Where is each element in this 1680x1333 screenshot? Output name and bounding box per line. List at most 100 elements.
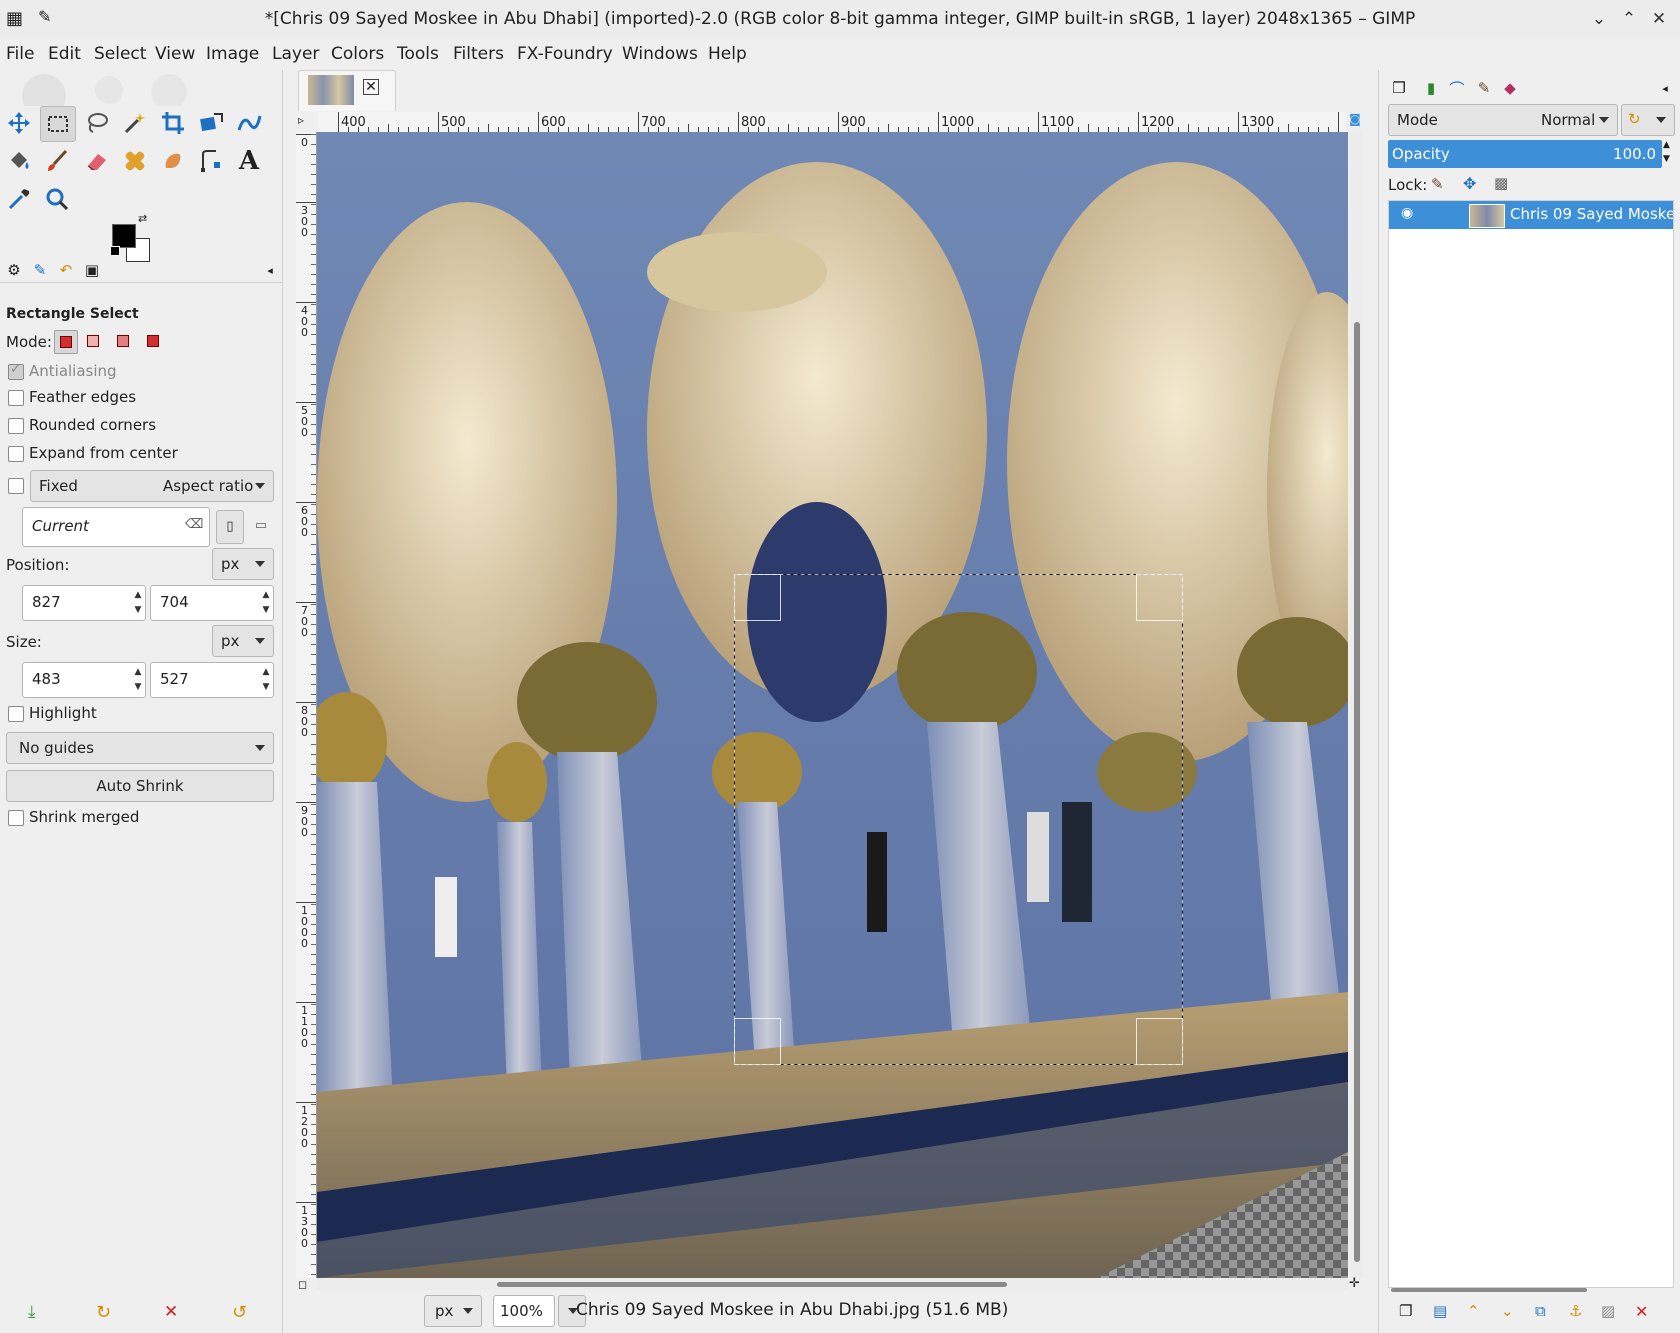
quick-mask-icon[interactable]: ◻ <box>298 1278 307 1291</box>
brushes-tab-icon[interactable]: ✎ <box>1472 76 1496 100</box>
menu-image[interactable]: Image <box>206 44 259 64</box>
spin-down-icon[interactable]: ▼ <box>133 681 143 693</box>
spin-down-icon[interactable]: ▼ <box>261 681 271 693</box>
highlight-checkbox[interactable] <box>8 706 24 722</box>
clear-icon[interactable]: ⌫ <box>185 517 203 532</box>
horizontal-scrollbar[interactable] <box>317 1278 1348 1290</box>
move-tool-icon[interactable] <box>2 106 36 140</box>
image-canvas[interactable] <box>317 132 1348 1278</box>
spin-up-icon[interactable]: ▲ <box>133 589 143 601</box>
guides-combo[interactable]: No guides <box>6 732 274 764</box>
paths-tool-icon[interactable] <box>194 144 228 178</box>
portrait-button[interactable]: ▯ <box>216 510 244 544</box>
menu-arrow-icon[interactable]: ▹ <box>298 113 304 127</box>
undo-history-tab-icon[interactable]: ↶ <box>54 258 78 282</box>
fixed-checkbox[interactable] <box>8 478 24 494</box>
lock-alpha-icon[interactable]: ▩ <box>1494 174 1508 192</box>
eraser-tool-icon[interactable] <box>80 144 114 178</box>
mode-replace-button[interactable] <box>54 330 78 354</box>
raise-layer-icon[interactable]: ⌃ <box>1467 1302 1480 1320</box>
rounded-corners-checkbox[interactable] <box>8 418 24 434</box>
configure-tab-icon[interactable]: ◂ <box>1653 76 1677 100</box>
image-tab[interactable]: ✕ <box>298 70 396 111</box>
text-tool-icon[interactable]: A <box>232 144 266 178</box>
spin-up-icon[interactable]: ▲ <box>133 666 143 678</box>
new-layer-group-icon[interactable]: ▤ <box>1433 1302 1447 1320</box>
maximize-button[interactable]: ⌃ <box>1616 6 1642 32</box>
menu-colors[interactable]: Colors <box>331 44 384 64</box>
channels-tab-icon[interactable]: ▮ <box>1419 76 1443 100</box>
layers-tab-icon[interactable]: ❐ <box>1387 76 1411 100</box>
paths-tab-icon[interactable]: ⌒ <box>1445 76 1469 100</box>
menu-tools[interactable]: Tools <box>397 44 439 64</box>
images-tab-icon[interactable]: ▣ <box>80 258 104 282</box>
spin-up-icon[interactable]: ▲ <box>261 666 271 678</box>
layers-horizontal-scrollbar[interactable] <box>1389 1286 1671 1294</box>
bucket-fill-tool-icon[interactable] <box>2 144 36 178</box>
smudge-tool-icon[interactable] <box>156 144 190 178</box>
fixed-value-input[interactable]: Current ⌫ <box>22 507 210 547</box>
crop-tool-icon[interactable] <box>156 106 190 140</box>
reset-options-icon[interactable]: ↺ <box>232 1302 247 1323</box>
fixed-mode-combo[interactable]: Fixed Aspect ratio <box>30 470 274 502</box>
fuzzy-select-tool-icon[interactable] <box>118 106 152 140</box>
feather-edges-checkbox[interactable] <box>8 390 24 406</box>
unified-transform-tool-icon[interactable] <box>194 106 228 140</box>
spin-down-icon[interactable]: ▼ <box>261 604 271 616</box>
delete-layer-icon[interactable]: ✕ <box>1635 1302 1648 1321</box>
menu-select[interactable]: Select <box>94 44 146 64</box>
rect-select-tool-icon[interactable] <box>40 106 76 142</box>
swap-colors-icon[interactable]: ⇄ <box>138 212 147 225</box>
landscape-button[interactable]: ▭ <box>248 510 274 542</box>
lasso-tool-icon[interactable] <box>80 106 114 140</box>
menu-layer[interactable]: Layer <box>272 44 319 64</box>
menu-help[interactable]: Help <box>708 44 747 64</box>
zoom-input[interactable]: 100% <box>493 1295 555 1327</box>
mask-layer-icon[interactable]: ▨ <box>1601 1302 1615 1320</box>
heal-tool-icon[interactable] <box>118 144 152 178</box>
new-layer-icon[interactable]: ❐ <box>1399 1302 1412 1320</box>
save-options-icon[interactable]: ⤓ <box>28 1302 36 1322</box>
menu-file[interactable]: File <box>6 44 34 64</box>
default-colors-icon[interactable] <box>110 246 120 256</box>
opacity-slider[interactable]: Opacity 100.0 <box>1388 140 1662 168</box>
lower-layer-icon[interactable]: ⌄ <box>1501 1302 1514 1320</box>
menu-edit[interactable]: Edit <box>48 44 81 64</box>
layer-row[interactable]: ◉ Chris 09 Sayed Moskee in Abu Dhabi.jpg <box>1389 201 1673 229</box>
paintbrush-tool-icon[interactable] <box>40 144 74 178</box>
tool-options-tab-icon[interactable]: ⚙ <box>2 258 26 282</box>
size-height-input[interactable]: 527 ▲ ▼ <box>150 662 274 698</box>
layer-mode-combo[interactable]: Mode Normal <box>1388 104 1618 136</box>
mode-subtract-button[interactable] <box>114 332 132 350</box>
size-width-input[interactable]: 483 ▲ ▼ <box>22 662 146 698</box>
spin-down-icon[interactable]: ▼ <box>133 604 143 616</box>
size-unit-combo[interactable]: px <box>212 625 274 657</box>
spin-down-icon[interactable]: ▼ <box>1663 154 1670 164</box>
duplicate-layer-icon[interactable]: ⧉ <box>1535 1302 1546 1320</box>
menu-windows[interactable]: Windows <box>622 44 698 64</box>
patterns-tab-icon[interactable]: ◆ <box>1498 76 1522 100</box>
mode-add-button[interactable] <box>84 332 102 350</box>
minimize-button[interactable]: ⌄ <box>1586 6 1612 32</box>
position-x-input[interactable]: 827 ▲ ▼ <box>22 585 146 621</box>
anchor-layer-icon[interactable]: ⚓ <box>1569 1302 1582 1320</box>
unit-combo[interactable]: px <box>424 1295 482 1327</box>
spin-up-icon[interactable]: ▲ <box>1663 140 1670 150</box>
navigate-icon[interactable]: ✛ <box>1349 1276 1360 1291</box>
shrink-merged-checkbox[interactable] <box>8 810 24 826</box>
warp-transform-tool-icon[interactable] <box>232 106 266 140</box>
expand-from-center-checkbox[interactable] <box>8 446 24 462</box>
position-y-input[interactable]: 704 ▲ ▼ <box>150 585 274 621</box>
menu-fx-foundry[interactable]: FX-Foundry <box>517 44 613 64</box>
configure-tab-icon[interactable]: ◂ <box>258 258 282 282</box>
spin-up-icon[interactable]: ▲ <box>261 589 271 601</box>
close-window-button[interactable]: ✕ <box>1646 6 1672 32</box>
composite-mode-button[interactable]: ↻ <box>1621 104 1675 136</box>
vertical-scroll-thumb[interactable] <box>1354 322 1360 1262</box>
color-picker-tool-icon[interactable] <box>2 182 36 216</box>
mode-intersect-button[interactable] <box>144 332 162 350</box>
menu-view[interactable]: View <box>155 44 195 64</box>
delete-options-icon[interactable]: ✕ <box>164 1302 178 1322</box>
zoom-on-resize-icon[interactable]: ◙ <box>1346 112 1364 132</box>
device-status-tab-icon[interactable]: ✎ <box>28 258 52 282</box>
